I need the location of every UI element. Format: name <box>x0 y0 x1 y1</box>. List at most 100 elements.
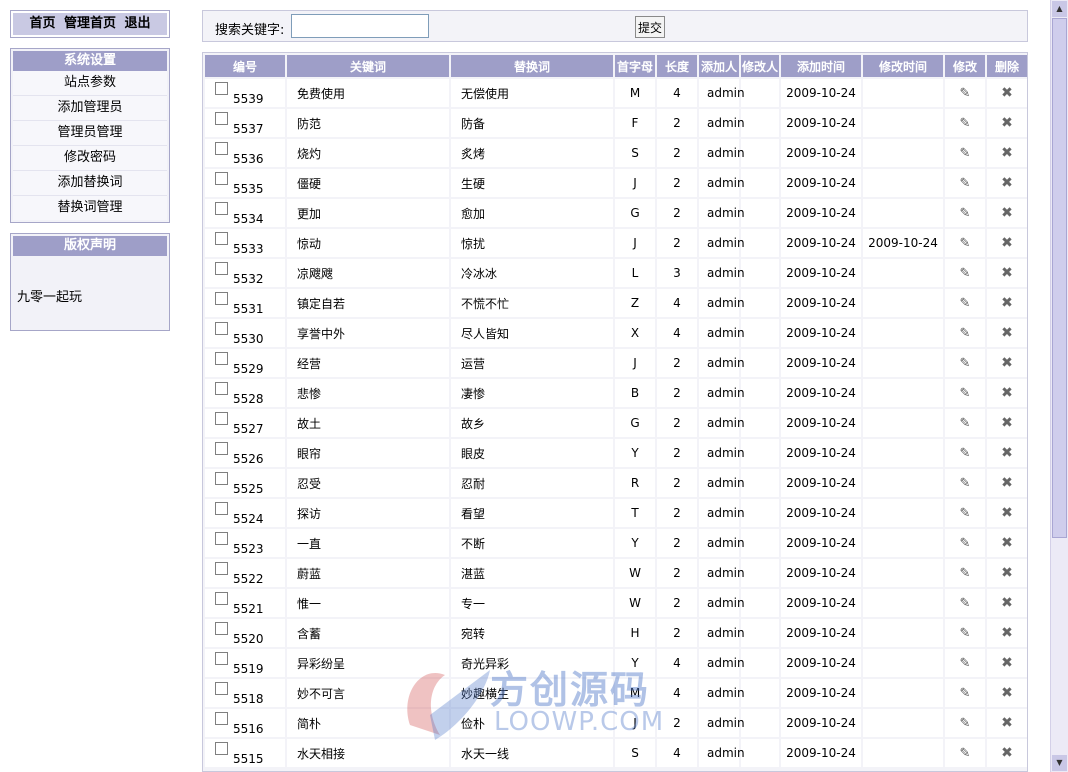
edit-pencil-icon[interactable]: ✎ <box>958 446 972 461</box>
cell-edit[interactable]: ✎ <box>945 589 985 617</box>
nav-admin-home-link[interactable]: 管理首页 <box>64 16 116 31</box>
cell-edit[interactable]: ✎ <box>945 109 985 137</box>
cell-delete[interactable]: ✖ <box>987 589 1027 617</box>
row-checkbox[interactable] <box>215 112 228 125</box>
edit-pencil-icon[interactable]: ✎ <box>958 356 972 371</box>
row-checkbox[interactable] <box>215 142 228 155</box>
edit-pencil-icon[interactable]: ✎ <box>958 596 972 611</box>
sidebar-item-replacement-manage[interactable]: 替换词管理 <box>13 196 167 220</box>
nav-logout-link[interactable]: 退出 <box>125 16 151 31</box>
delete-x-icon[interactable]: ✖ <box>1000 506 1014 520</box>
delete-x-icon[interactable]: ✖ <box>1000 86 1014 100</box>
delete-x-icon[interactable]: ✖ <box>1000 146 1014 160</box>
scroll-thumb[interactable] <box>1052 18 1067 538</box>
cell-edit[interactable]: ✎ <box>945 739 985 767</box>
sidebar-item-add-replacement[interactable]: 添加替换词 <box>13 171 167 196</box>
cell-edit[interactable]: ✎ <box>945 379 985 407</box>
cell-edit[interactable]: ✎ <box>945 649 985 677</box>
edit-pencil-icon[interactable]: ✎ <box>958 206 972 221</box>
edit-pencil-icon[interactable]: ✎ <box>958 116 972 131</box>
edit-pencil-icon[interactable]: ✎ <box>958 746 972 761</box>
row-checkbox[interactable] <box>215 742 228 755</box>
cell-edit[interactable]: ✎ <box>945 619 985 647</box>
edit-pencil-icon[interactable]: ✎ <box>958 146 972 161</box>
cell-delete[interactable]: ✖ <box>987 139 1027 167</box>
row-checkbox[interactable] <box>215 712 228 725</box>
cell-delete[interactable]: ✖ <box>987 289 1027 317</box>
delete-x-icon[interactable]: ✖ <box>1000 416 1014 430</box>
cell-delete[interactable]: ✖ <box>987 619 1027 647</box>
cell-delete[interactable]: ✖ <box>987 649 1027 677</box>
delete-x-icon[interactable]: ✖ <box>1000 176 1014 190</box>
sidebar-item-add-admin[interactable]: 添加管理员 <box>13 96 167 121</box>
row-checkbox[interactable] <box>215 202 228 215</box>
cell-edit[interactable]: ✎ <box>945 439 985 467</box>
row-checkbox[interactable] <box>215 352 228 365</box>
cell-delete[interactable]: ✖ <box>987 709 1027 737</box>
cell-edit[interactable]: ✎ <box>945 559 985 587</box>
scroll-down-icon[interactable]: ▼ <box>1052 755 1067 771</box>
row-checkbox[interactable] <box>215 412 228 425</box>
row-checkbox[interactable] <box>215 262 228 275</box>
row-checkbox[interactable] <box>215 532 228 545</box>
delete-x-icon[interactable]: ✖ <box>1000 446 1014 460</box>
cell-edit[interactable]: ✎ <box>945 169 985 197</box>
edit-pencil-icon[interactable]: ✎ <box>958 176 972 191</box>
cell-delete[interactable]: ✖ <box>987 259 1027 287</box>
cell-edit[interactable]: ✎ <box>945 349 985 377</box>
cell-edit[interactable]: ✎ <box>945 319 985 347</box>
cell-delete[interactable]: ✖ <box>987 499 1027 527</box>
delete-x-icon[interactable]: ✖ <box>1000 386 1014 400</box>
sidebar-item-site-params[interactable]: 站点参数 <box>13 71 167 96</box>
row-checkbox[interactable] <box>215 592 228 605</box>
edit-pencil-icon[interactable]: ✎ <box>958 416 972 431</box>
row-checkbox[interactable] <box>215 682 228 695</box>
cell-delete[interactable]: ✖ <box>987 109 1027 137</box>
cell-edit[interactable]: ✎ <box>945 139 985 167</box>
cell-edit[interactable]: ✎ <box>945 709 985 737</box>
cell-edit[interactable]: ✎ <box>945 529 985 557</box>
cell-delete[interactable]: ✖ <box>987 229 1027 257</box>
edit-pencil-icon[interactable]: ✎ <box>958 536 972 551</box>
cell-delete[interactable]: ✖ <box>987 409 1027 437</box>
cell-edit[interactable]: ✎ <box>945 409 985 437</box>
row-checkbox[interactable] <box>215 322 228 335</box>
row-checkbox[interactable] <box>215 442 228 455</box>
delete-x-icon[interactable]: ✖ <box>1000 266 1014 280</box>
nav-home-link[interactable]: 首页 <box>29 16 55 31</box>
edit-pencil-icon[interactable]: ✎ <box>958 626 972 641</box>
cell-delete[interactable]: ✖ <box>987 169 1027 197</box>
edit-pencil-icon[interactable]: ✎ <box>958 686 972 701</box>
delete-x-icon[interactable]: ✖ <box>1000 536 1014 550</box>
row-checkbox[interactable] <box>215 292 228 305</box>
scroll-up-icon[interactable]: ▲ <box>1052 1 1067 17</box>
delete-x-icon[interactable]: ✖ <box>1000 656 1014 670</box>
submit-button[interactable]: 提交 <box>635 16 665 38</box>
row-checkbox[interactable] <box>215 562 228 575</box>
row-checkbox[interactable] <box>215 232 228 245</box>
delete-x-icon[interactable]: ✖ <box>1000 596 1014 610</box>
edit-pencil-icon[interactable]: ✎ <box>958 566 972 581</box>
cell-delete[interactable]: ✖ <box>987 349 1027 377</box>
delete-x-icon[interactable]: ✖ <box>1000 626 1014 640</box>
sidebar-item-change-password[interactable]: 修改密码 <box>13 146 167 171</box>
cell-delete[interactable]: ✖ <box>987 379 1027 407</box>
cell-delete[interactable]: ✖ <box>987 79 1027 107</box>
cell-delete[interactable]: ✖ <box>987 679 1027 707</box>
cell-edit[interactable]: ✎ <box>945 199 985 227</box>
row-checkbox[interactable] <box>215 382 228 395</box>
delete-x-icon[interactable]: ✖ <box>1000 716 1014 730</box>
delete-x-icon[interactable]: ✖ <box>1000 476 1014 490</box>
delete-x-icon[interactable]: ✖ <box>1000 296 1014 310</box>
delete-x-icon[interactable]: ✖ <box>1000 206 1014 220</box>
cell-delete[interactable]: ✖ <box>987 739 1027 767</box>
cell-edit[interactable]: ✎ <box>945 229 985 257</box>
cell-delete[interactable]: ✖ <box>987 529 1027 557</box>
cell-edit[interactable]: ✎ <box>945 679 985 707</box>
cell-edit[interactable]: ✎ <box>945 499 985 527</box>
delete-x-icon[interactable]: ✖ <box>1000 356 1014 370</box>
cell-delete[interactable]: ✖ <box>987 559 1027 587</box>
cell-delete[interactable]: ✖ <box>987 199 1027 227</box>
cell-edit[interactable]: ✎ <box>945 259 985 287</box>
cell-edit[interactable]: ✎ <box>945 469 985 497</box>
